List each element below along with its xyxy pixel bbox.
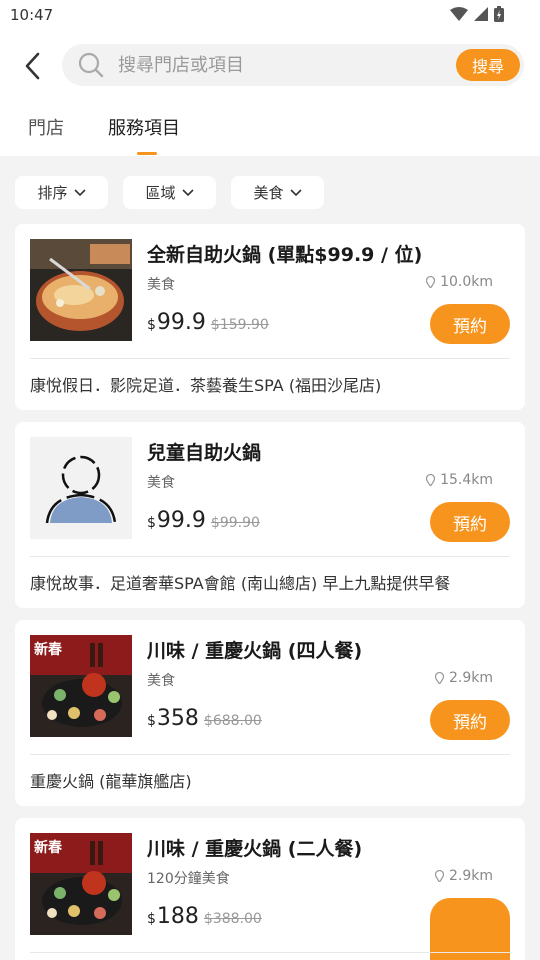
item-category: 美食 — [147, 475, 175, 491]
store-name[interactable]: 重慶火鍋 (龍華旗艦店) — [30, 768, 192, 792]
store-name[interactable]: 康悅假日．影院足道．茶藝養生SPA (福田沙尾店) — [30, 372, 381, 396]
filter-sort-label: 排序 — [37, 184, 68, 202]
price: 188 — [156, 904, 199, 929]
back-button[interactable] — [16, 48, 48, 84]
distance-value: 2.9km — [448, 670, 493, 686]
battery-icon — [494, 6, 504, 22]
search-button[interactable]: 搜尋 — [456, 49, 520, 81]
filter-category[interactable]: 美食 — [231, 176, 324, 209]
price-row: $ 99.9 $159.90 — [147, 310, 269, 335]
status-icons — [450, 6, 504, 22]
search-input[interactable] — [118, 50, 398, 80]
active-tab-indicator — [137, 152, 157, 155]
item-distance: 10.0km — [426, 274, 493, 290]
currency-symbol: $ — [147, 911, 156, 927]
list-item[interactable]: 新春 川味 / 重慶火鍋 (四人餐) 美食 2.9km $ 358 $688.0… — [15, 620, 525, 806]
avatar-placeholder-icon — [30, 437, 132, 539]
store-name[interactable]: 康悅故事．足道奢華SPA會館 (南山總店) 早上九點提供早餐 — [30, 570, 450, 594]
tab-bar: 門店 服務項目 — [0, 114, 540, 156]
tab-services[interactable]: 服務項目 — [108, 114, 180, 140]
item-title[interactable]: 川味 / 重慶火鍋 (四人餐) — [147, 636, 362, 663]
book-button[interactable]: 預約 — [430, 304, 510, 344]
item-distance: 2.9km — [434, 868, 493, 884]
filter-category-label: 美食 — [253, 184, 284, 202]
item-title[interactable]: 全新自助火鍋 (單點$99.9 / 位) — [147, 240, 422, 267]
item-distance: 2.9km — [434, 670, 493, 686]
chevron-down-icon — [289, 188, 302, 196]
item-title[interactable]: 川味 / 重慶火鍋 (二人餐) — [147, 834, 362, 861]
location-pin-icon — [434, 870, 444, 882]
item-category: 美食 — [147, 277, 175, 293]
hotpot-photo — [30, 239, 132, 341]
price: 358 — [156, 706, 199, 731]
currency-symbol: $ — [147, 515, 156, 531]
list-item[interactable]: 全新自助火鍋 (單點$99.9 / 位) 美食 10.0km $ 99.9 $1… — [15, 224, 525, 410]
item-image[interactable]: 新春 — [30, 635, 132, 737]
filter-sort[interactable]: 排序 — [15, 176, 108, 209]
currency-symbol: $ — [147, 317, 156, 333]
divider — [30, 358, 510, 359]
price-row: $ 358 $688.00 — [147, 706, 262, 731]
currency-symbol: $ — [147, 713, 156, 729]
chevron-down-icon — [73, 188, 86, 196]
distance-value: 10.0km — [440, 274, 493, 290]
search-icon — [78, 52, 104, 78]
distance-value: 2.9km — [448, 868, 493, 884]
item-image[interactable] — [30, 437, 132, 539]
item-category: 美食 — [147, 673, 175, 689]
chevron-down-icon — [181, 188, 194, 196]
list-item[interactable]: 新春 川味 / 重慶火鍋 (二人餐) 120分鐘美食 2.9km $ 188 $… — [15, 818, 525, 960]
divider — [30, 952, 510, 953]
price: 99.9 — [156, 508, 206, 533]
item-title[interactable]: 兒童自助火鍋 — [147, 438, 261, 465]
original-price: $99.90 — [210, 515, 260, 531]
signal-icon — [474, 7, 488, 21]
distance-value: 15.4km — [440, 472, 493, 488]
original-price: $159.90 — [210, 317, 269, 333]
item-category: 120分鐘美食 — [147, 871, 230, 887]
divider — [30, 754, 510, 755]
price: 99.9 — [156, 310, 206, 335]
location-pin-icon — [426, 276, 436, 288]
filter-bar: 排序 區域 美食 — [0, 176, 540, 210]
price-row: $ 99.9 $99.90 — [147, 508, 260, 533]
top-bar: 搜尋 門店 服務項目 — [0, 30, 540, 156]
book-button[interactable]: 預約 — [430, 502, 510, 542]
item-distance: 15.4km — [426, 472, 493, 488]
location-pin-icon — [434, 672, 444, 684]
original-price: $688.00 — [203, 713, 262, 729]
price-row: $ 188 $388.00 — [147, 904, 262, 929]
filter-region-label: 區域 — [145, 184, 176, 202]
status-bar: 10:47 — [0, 0, 540, 30]
book-button[interactable] — [430, 898, 510, 960]
item-image[interactable] — [30, 239, 132, 341]
list-item[interactable]: 兒童自助火鍋 美食 15.4km $ 99.9 $99.90 預約 康悅故事．足… — [15, 422, 525, 608]
item-image[interactable]: 新春 — [30, 833, 132, 935]
tab-stores[interactable]: 門店 — [28, 114, 64, 140]
location-pin-icon — [426, 474, 436, 486]
filter-region[interactable]: 區域 — [123, 176, 216, 209]
search-bar: 搜尋 — [62, 44, 524, 86]
book-button[interactable]: 預約 — [430, 700, 510, 740]
wifi-icon — [450, 7, 468, 21]
chevron-left-icon — [25, 52, 40, 80]
status-time: 10:47 — [10, 6, 54, 24]
banner-text: 新春 — [34, 840, 62, 856]
original-price: $388.00 — [203, 911, 262, 927]
banner-text: 新春 — [34, 642, 62, 658]
divider — [30, 556, 510, 557]
